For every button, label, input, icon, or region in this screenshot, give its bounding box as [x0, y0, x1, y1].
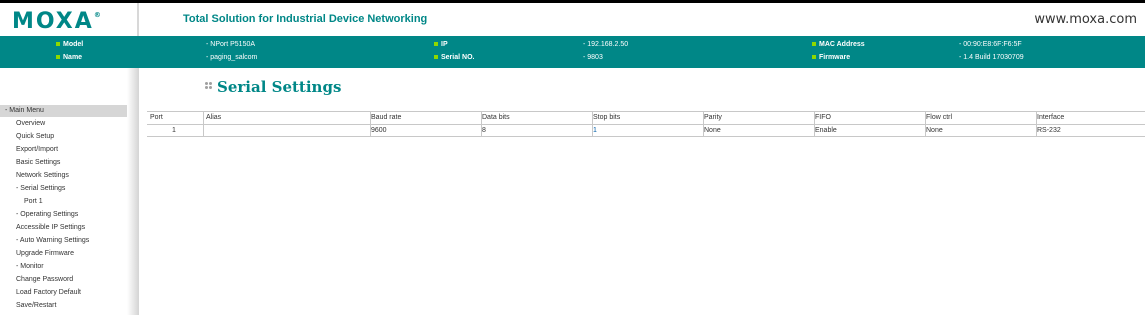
title-dots-icon	[205, 82, 217, 94]
header-interface: Interface	[1037, 114, 1065, 121]
name-label: Name	[56, 54, 82, 61]
logo-area: MOXA®	[0, 3, 137, 36]
ip-label: IP	[434, 41, 448, 48]
col-divider	[203, 111, 204, 137]
serial-label: Serial NO.	[434, 54, 474, 61]
menu-item-network-settings[interactable]: Network Settings	[16, 172, 69, 179]
page-title: Serial Settings	[217, 78, 342, 96]
menu-item-overview[interactable]: Overview	[16, 120, 45, 127]
cell-flow-ctrl: None	[926, 127, 943, 134]
header-flow-ctrl: Flow ctrl	[926, 114, 953, 121]
bullet-icon	[56, 55, 60, 60]
header-tagline: Total Solution for Industrial Device Net…	[183, 13, 428, 25]
mac-label: MAC Address	[812, 41, 865, 48]
firmware-value: - 1.4 Build 17030709	[959, 54, 1024, 61]
serial-settings-table: Port Alias Baud rate Data bits Stop bits…	[147, 111, 1145, 137]
main-menu-header[interactable]: - Main Menu	[0, 105, 137, 117]
header-port: Port	[150, 114, 163, 121]
serial-value: - 9803	[583, 54, 603, 61]
menu-item-port-1[interactable]: Port 1	[24, 198, 43, 205]
header-alias: Alias	[206, 114, 222, 121]
moxa-logo: MOXA®	[12, 9, 101, 34]
model-label: Model	[56, 41, 83, 48]
cell-interface: RS-232	[1037, 127, 1061, 134]
device-info-bar: Model - NPort P5150A Name - paging_salco…	[0, 36, 1145, 68]
table-header-rule	[147, 124, 1145, 125]
menu-item-serial-settings[interactable]: - Serial Settings	[16, 185, 65, 192]
cell-fifo: Enable	[815, 127, 837, 134]
firmware-label: Firmware	[812, 54, 850, 61]
bullet-icon	[812, 55, 816, 60]
menu-item-monitor[interactable]: - Monitor	[16, 263, 44, 270]
menu-item-load-factory-default[interactable]: Load Factory Default	[16, 289, 81, 296]
menu-item-change-password[interactable]: Change Password	[16, 276, 73, 283]
bullet-icon	[812, 42, 816, 47]
sidebar-shadow	[127, 68, 139, 315]
bullet-icon	[434, 55, 438, 60]
ip-value: - 192.168.2.50	[583, 41, 629, 48]
site-url: www.moxa.com	[1034, 12, 1137, 27]
menu-item-auto-warning-settings[interactable]: - Auto Warning Settings	[16, 237, 89, 244]
cell-baud-rate: 9600	[371, 127, 387, 134]
cell-parity: None	[704, 127, 721, 134]
mac-value: - 00:90:E8:6F:F6:5F	[959, 41, 1022, 48]
cell-data-bits: 8	[482, 127, 486, 134]
menu-item-quick-setup[interactable]: Quick Setup	[16, 133, 54, 140]
sidebar-menu: - Main Menu Overview Quick Setup Export/…	[0, 68, 137, 315]
bullet-icon	[56, 42, 60, 47]
menu-item-basic-settings[interactable]: Basic Settings	[16, 159, 60, 166]
menu-item-accessible-ip-settings[interactable]: Accessible IP Settings	[16, 224, 85, 231]
main-content: Serial Settings Port Alias Baud rate Dat…	[139, 68, 1145, 315]
menu-item-operating-settings[interactable]: - Operating Settings	[16, 211, 78, 218]
name-value: - paging_salcom	[206, 54, 258, 61]
header-parity: Parity	[704, 114, 722, 121]
header-stop-bits: Stop bits	[593, 114, 621, 121]
table-top-rule	[147, 111, 1145, 112]
header-baud-rate: Baud rate	[371, 114, 402, 121]
page-header: MOXA® Total Solution for Industrial Devi…	[0, 3, 1145, 36]
header-fifo: FIFO	[815, 114, 831, 121]
table-bottom-rule	[147, 136, 1145, 137]
menu-item-save-restart[interactable]: Save/Restart	[16, 302, 56, 309]
cell-port[interactable]: 1	[172, 124, 176, 137]
cell-stop-bits: 1	[593, 127, 597, 134]
menu-item-upgrade-firmware[interactable]: Upgrade Firmware	[16, 250, 74, 257]
header-data-bits: Data bits	[482, 114, 510, 121]
menu-item-export-import[interactable]: Export/Import	[16, 146, 58, 153]
bullet-icon	[434, 42, 438, 47]
header-divider	[137, 3, 139, 36]
model-value: - NPort P5150A	[206, 41, 256, 48]
